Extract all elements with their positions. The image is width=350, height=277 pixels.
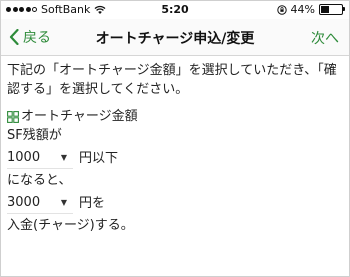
page-title: オートチャージ申込/変更 [95, 31, 255, 47]
section-heading-label: オートチャージ金額 [21, 109, 138, 124]
charge-amount-select[interactable]: 3000 ▼ [7, 192, 73, 214]
app-frame: SoftBank 5:20 44% 戻る オートチャージ申込/変更 次へ 下記の… [0, 0, 350, 277]
grid-icon [7, 110, 19, 123]
deposit-label: 入金(チャージ)する。 [7, 218, 134, 233]
rotation-lock-icon [276, 4, 287, 15]
threshold-row: 1000 ▼ 円以下 [7, 145, 343, 171]
intro-text: 下記の「オートチャージ金額」を選択していただき、「確認する」を選択してください。 [7, 63, 337, 97]
dropdown-caret-icon: ▼ [60, 153, 67, 162]
threshold-select[interactable]: 1000 ▼ [7, 147, 73, 169]
threshold-value: 1000 [7, 150, 41, 165]
status-bar: SoftBank 5:20 44% [1, 1, 349, 19]
charge-amount-value: 3000 [7, 195, 41, 210]
section-heading: オートチャージ金額 [7, 107, 343, 126]
battery-percent: 44% [290, 3, 315, 16]
charge-row: 3000 ▼ 円を [7, 190, 343, 216]
battery-icon [319, 4, 345, 15]
threshold-suffix: 円以下 [79, 150, 119, 166]
main-content: 下記の「オートチャージ金額」を選択していただき、「確認する」を選択してください。… [7, 61, 343, 235]
status-right: 44% [276, 3, 345, 16]
then-label: になると、 [7, 173, 72, 188]
navigation-bar: 戻る オートチャージ申込/変更 次へ [1, 19, 349, 56]
charge-suffix: 円を [79, 195, 106, 211]
next-button[interactable]: 次へ [311, 28, 339, 48]
sf-balance-label: SF残額が [7, 128, 62, 143]
dropdown-caret-icon: ▼ [60, 198, 67, 207]
